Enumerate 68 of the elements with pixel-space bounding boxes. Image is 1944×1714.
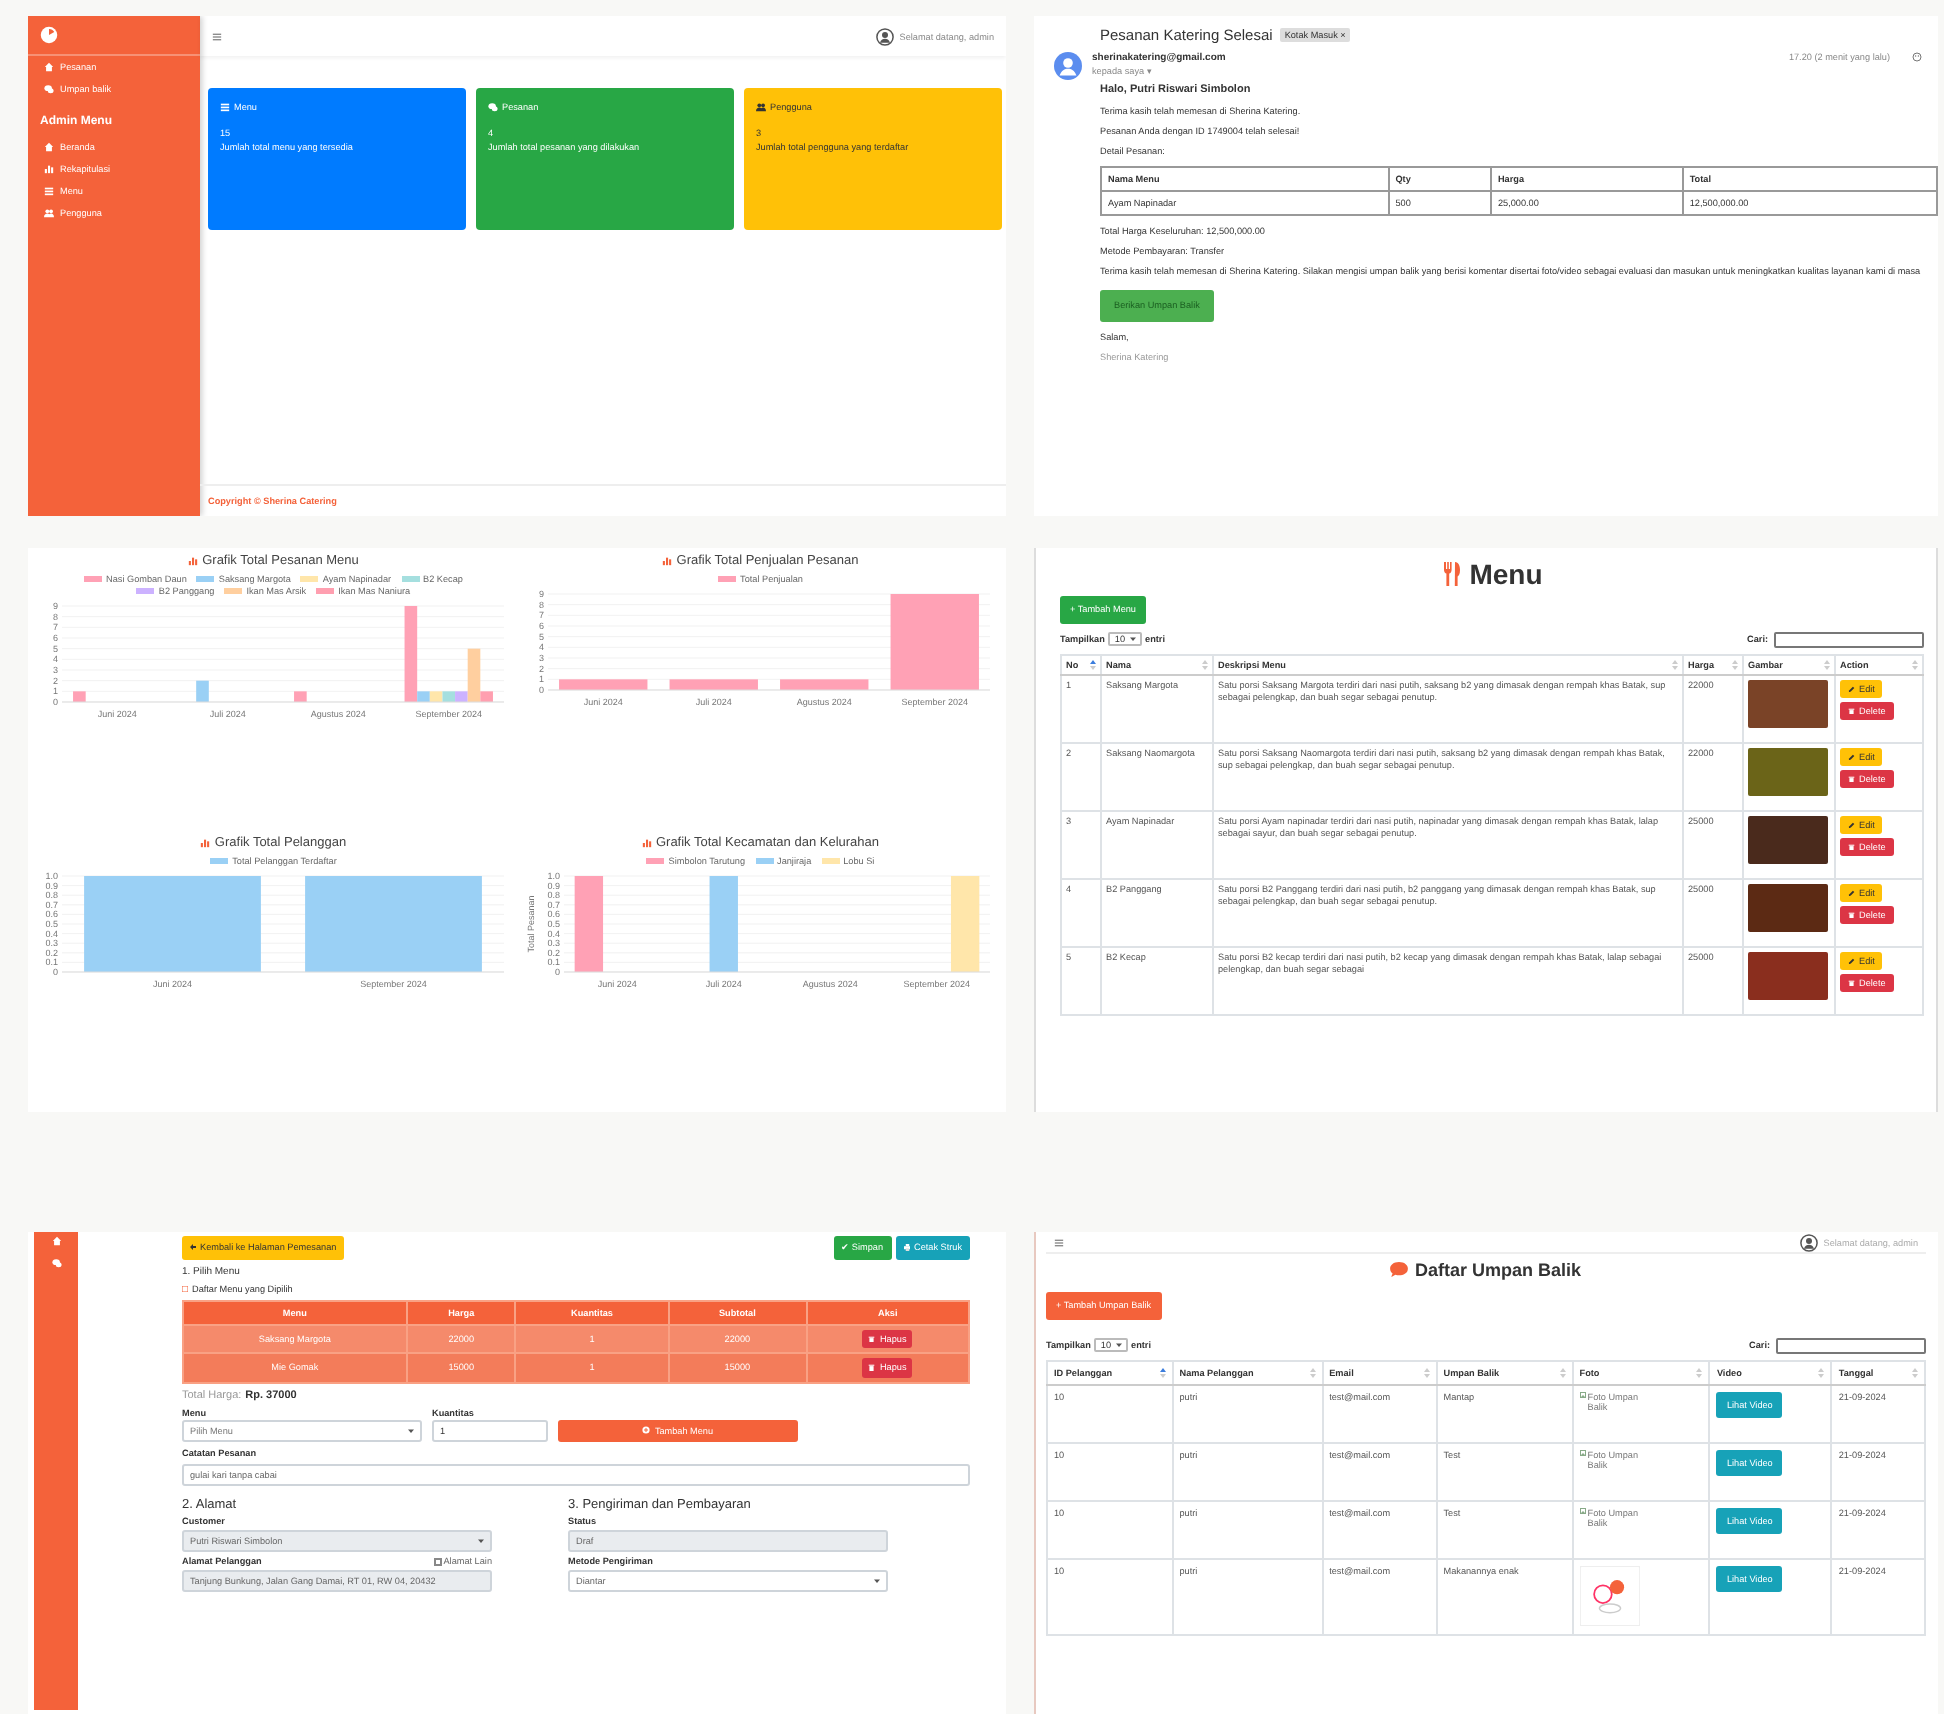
arrow-left-icon — [190, 1244, 196, 1251]
food-photo — [1748, 815, 1828, 863]
trash-icon — [868, 1335, 876, 1342]
pencil-icon — [1848, 889, 1855, 896]
chart-bar — [72, 691, 86, 702]
feedback-photo-drawing — [1579, 1565, 1640, 1625]
pencil-icon — [1848, 685, 1855, 692]
chat-icon — [44, 84, 54, 94]
chat-icon — [51, 1258, 61, 1268]
list-icon — [44, 186, 54, 196]
search-field[interactable] — [1776, 1337, 1926, 1353]
page-title: Menu — [1469, 558, 1543, 590]
fork-knife-icon — [1441, 562, 1462, 586]
pencil-icon — [1848, 957, 1855, 964]
caret-icon — [1129, 636, 1136, 642]
users-icon — [44, 208, 54, 218]
chart-icon — [662, 556, 673, 566]
pencil-icon — [1848, 821, 1855, 828]
chart-bar — [293, 691, 307, 702]
trash-icon — [1848, 775, 1855, 782]
home-icon — [51, 1236, 61, 1246]
address-checkbox[interactable] — [433, 1557, 442, 1565]
logo-icon — [40, 26, 58, 44]
user-avatar-icon — [875, 27, 894, 45]
chart-bar — [951, 876, 980, 972]
trash-icon — [868, 1364, 876, 1371]
trash-icon — [1848, 707, 1855, 714]
list-icon — [182, 1285, 188, 1291]
plus-icon — [642, 1426, 651, 1435]
chart-bar — [891, 594, 980, 690]
menu-icon — [212, 31, 222, 41]
food-photo — [1748, 679, 1828, 727]
chart-icon — [188, 556, 199, 566]
chat-icon — [488, 102, 498, 112]
food-photo — [1748, 747, 1828, 795]
trash-icon — [1848, 843, 1855, 850]
broken-image-icon — [1579, 1507, 1586, 1513]
chart-icon — [44, 164, 54, 174]
food-photo — [1748, 883, 1828, 931]
chart-bar — [575, 876, 604, 972]
users-icon — [756, 102, 766, 112]
printer-icon — [903, 1244, 910, 1251]
pencil-icon — [1848, 753, 1855, 760]
search-field[interactable] — [1774, 631, 1924, 647]
caret-icon — [1115, 1342, 1122, 1348]
caret-icon — [478, 1538, 484, 1544]
food-photo — [1748, 951, 1828, 999]
menu-icon — [1054, 1237, 1064, 1247]
home-icon — [44, 62, 54, 72]
emoji-icon — [1912, 52, 1922, 62]
chat-bubble-icon — [1390, 1262, 1409, 1278]
page-title: Daftar Umpan Balik — [1414, 1260, 1582, 1280]
trash-icon — [1848, 911, 1855, 918]
chart-bar — [195, 680, 209, 702]
chart-icon — [641, 838, 652, 848]
home-icon — [44, 142, 54, 152]
chart-bar — [710, 876, 739, 972]
chart-bar — [559, 679, 648, 690]
broken-image-icon — [1579, 1449, 1586, 1455]
trash-icon — [1848, 979, 1855, 986]
chart-bar — [780, 679, 869, 690]
caret-icon — [874, 1578, 880, 1584]
chart-bar — [670, 679, 759, 690]
chart-icon — [200, 838, 211, 848]
avatar-icon — [1054, 52, 1082, 80]
caret-icon — [408, 1428, 414, 1434]
list-icon — [220, 102, 230, 112]
broken-image-icon — [1579, 1391, 1586, 1397]
